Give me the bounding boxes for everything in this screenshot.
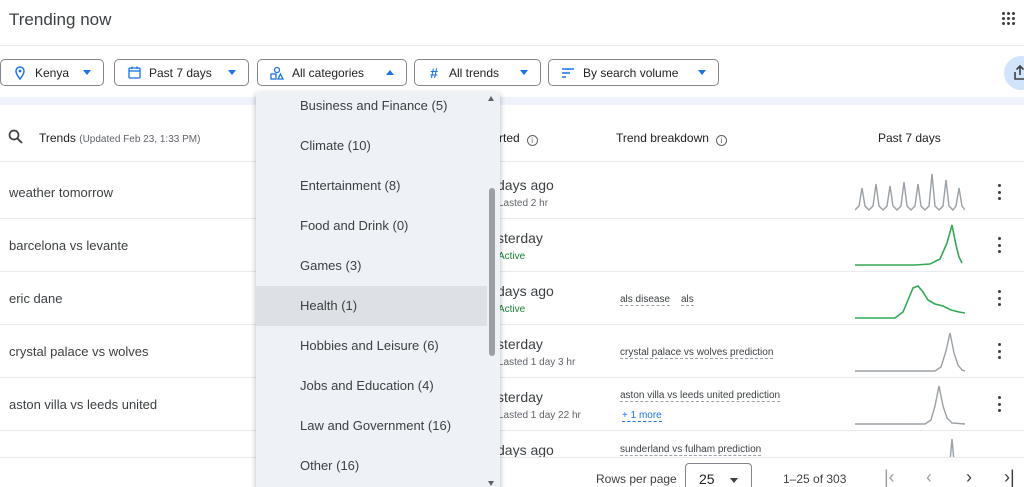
- trend-name[interactable]: eric dane: [9, 291, 62, 306]
- share-icon: [1014, 65, 1024, 80]
- rows-per-page-label: Rows per page: [596, 472, 677, 486]
- breakdown-chip[interactable]: aston villa vs leeds united prediction: [620, 390, 781, 402]
- category-dropdown-menu: Business and Finance (5) Climate (10) En…: [256, 92, 500, 487]
- first-page-icon[interactable]: |‹: [884, 467, 895, 487]
- menu-item-health[interactable]: Health (1): [256, 286, 487, 326]
- breakdown-chip[interactable]: als: [681, 294, 694, 306]
- trend-name[interactable]: weather tomorrow: [9, 185, 113, 200]
- table-row[interactable]: crystal palace vs wolves sterday Lasted …: [0, 325, 1024, 378]
- info-icon[interactable]: i: [715, 135, 727, 146]
- trends-label: All trends: [449, 65, 500, 80]
- chevron-down-icon: [83, 70, 91, 75]
- scroll-down-icon[interactable]: [488, 481, 494, 486]
- more-options-icon[interactable]: [996, 343, 1002, 359]
- previous-page-icon[interactable]: ‹: [926, 467, 932, 487]
- status-active: Active: [498, 251, 526, 262]
- status-active: Active: [498, 304, 526, 315]
- table-row[interactable]: barcelona vs levante sterday Active: [0, 219, 1024, 272]
- scroll-up-icon[interactable]: [488, 96, 494, 101]
- sort-label: By search volume: [583, 65, 679, 80]
- started-column-header: rted i: [499, 131, 538, 146]
- divider-band: [0, 97, 1024, 105]
- time-label: Past 7 days: [149, 65, 212, 80]
- menu-item-entertainment[interactable]: Entertainment (8): [256, 172, 487, 212]
- sparkline: [855, 332, 965, 372]
- last-page-icon[interactable]: ›|: [1004, 467, 1015, 487]
- sparkline: [855, 173, 965, 212]
- more-options-icon[interactable]: [996, 237, 1002, 253]
- started-text: sterday: [497, 230, 543, 246]
- duration-text: Lasted 1 day 22 hr: [498, 410, 581, 421]
- menu-item-food[interactable]: Food and Drink (0): [256, 212, 487, 252]
- info-icon[interactable]: i: [526, 135, 538, 146]
- trend-name[interactable]: barcelona vs levante: [9, 238, 128, 253]
- pagination-footer: Rows per page 25 1–25 of 303 |‹ ‹ › ›|: [0, 457, 1024, 487]
- trend-name[interactable]: aston villa vs leeds united: [9, 397, 157, 412]
- started-text: days ago: [497, 442, 554, 458]
- results-count: 1–25 of 303: [783, 472, 847, 486]
- sort-icon: [561, 66, 575, 80]
- duration-text: Lasted 2 hr: [498, 198, 549, 209]
- chevron-down-icon: [520, 70, 528, 75]
- table-header: Trends (Updated Feb 23, 1:33 PM) rted i T…: [0, 112, 1024, 162]
- menu-item-other[interactable]: Other (16): [256, 452, 487, 487]
- updated-timestamp: (Updated Feb 23, 1:33 PM): [79, 134, 201, 145]
- table-row[interactable]: eric dane days ago Active als disease al…: [0, 272, 1024, 325]
- breakdown-chip[interactable]: als disease: [620, 294, 671, 306]
- past-days-column-header: Past 7 days: [878, 131, 941, 145]
- menu-item-law[interactable]: Law and Government (16): [256, 412, 487, 452]
- duration-text: Lasted 1 day 3 hr: [498, 357, 576, 368]
- location-label: Kenya: [35, 65, 70, 80]
- table-row[interactable]: weather tomorrow days ago Lasted 2 hr: [0, 166, 1024, 219]
- next-page-icon[interactable]: ›: [966, 467, 972, 487]
- started-text: days ago: [497, 177, 554, 193]
- sparkline: [855, 224, 963, 266]
- menu-item-jobs[interactable]: Jobs and Education (4): [256, 372, 487, 412]
- menu-item-business[interactable]: Business and Finance (5): [256, 92, 487, 132]
- location-pin-icon: [13, 65, 27, 80]
- top-header: Trending now: [0, 0, 1024, 46]
- breakdown-chip[interactable]: crystal palace vs wolves prediction: [620, 347, 774, 359]
- apps-grid-icon[interactable]: [1002, 12, 1016, 26]
- sparkline: [855, 285, 965, 319]
- more-options-icon[interactable]: [996, 184, 1002, 200]
- categories-icon: [270, 66, 284, 80]
- time-filter[interactable]: Past 7 days: [114, 59, 249, 86]
- page-title: Trending now: [9, 10, 112, 29]
- menu-item-hobbies[interactable]: Hobbies and Leisure (6): [256, 332, 487, 372]
- menu-scrollbar[interactable]: [489, 188, 495, 356]
- started-text: sterday: [497, 389, 543, 405]
- chevron-up-icon: [386, 70, 394, 75]
- filter-bar: Kenya Past 7 days All categories # All t…: [0, 59, 1024, 87]
- breakdown-column-header: Trend breakdown i: [616, 131, 727, 146]
- started-text: days ago: [497, 283, 554, 299]
- calendar-icon: [127, 66, 141, 80]
- search-icon[interactable]: [8, 129, 23, 144]
- more-breakdown-link[interactable]: + 1 more: [622, 410, 662, 422]
- breakdown-chip[interactable]: sunderland vs fulham prediction: [620, 444, 762, 456]
- started-text: sterday: [497, 336, 543, 352]
- sparkline: [855, 385, 965, 425]
- sort-filter[interactable]: By search volume: [548, 59, 719, 86]
- trending-page: Trending now Kenya Past 7 days All categ…: [0, 0, 1024, 487]
- trends-filter[interactable]: # All trends: [414, 59, 541, 86]
- trend-name[interactable]: crystal palace vs wolves: [9, 344, 148, 359]
- chevron-down-icon: [228, 70, 236, 75]
- location-filter[interactable]: Kenya: [0, 59, 104, 86]
- table-row[interactable]: aston villa vs leeds united sterday Last…: [0, 378, 1024, 431]
- more-options-icon[interactable]: [996, 396, 1002, 412]
- category-filter[interactable]: All categories: [257, 59, 407, 86]
- menu-item-climate[interactable]: Climate (10): [256, 132, 487, 172]
- trends-column-header: Trends (Updated Feb 23, 1:33 PM): [39, 131, 201, 145]
- chevron-down-icon: [730, 478, 738, 483]
- rows-per-page-select[interactable]: 25: [685, 463, 752, 487]
- hashtag-icon: #: [430, 64, 438, 81]
- more-options-icon[interactable]: [996, 290, 1002, 306]
- category-label: All categories: [292, 65, 365, 80]
- chevron-down-icon: [698, 70, 706, 75]
